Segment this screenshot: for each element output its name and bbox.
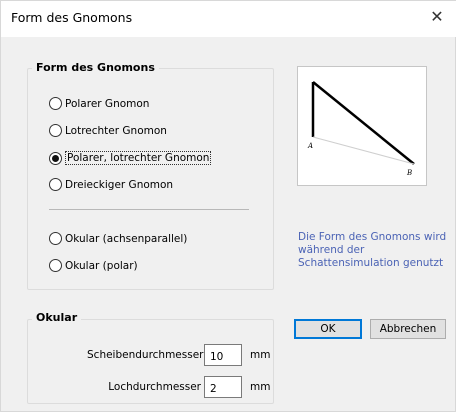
radio-eyepiece-polar[interactable]: Okular (polar): [49, 259, 138, 272]
radio-circle[interactable]: [49, 178, 62, 191]
gnomon-diagonal-line: [312, 81, 415, 165]
radio-label: Lotrechter Gnomon: [65, 124, 167, 137]
radio-label: Polarer Gnomon: [65, 97, 150, 110]
radio-polar-gnomon[interactable]: Polarer Gnomon: [49, 97, 149, 110]
radio-eyepiece-axis-parallel[interactable]: Okular (achsenparallel): [49, 232, 187, 245]
disc-diameter-unit: mm: [250, 349, 271, 361]
info-text: Die Form des Gnomons wird während der Sc…: [298, 231, 447, 269]
disc-diameter-input[interactable]: [204, 344, 242, 366]
gnomon-shape-legend: Form des Gnomons: [32, 61, 159, 74]
radio-circle[interactable]: [49, 124, 62, 137]
radio-vertical-gnomon[interactable]: Lotrechter Gnomon: [49, 124, 167, 137]
cancel-button[interactable]: Abbrechen: [370, 319, 446, 339]
group-divider: [49, 209, 249, 210]
hole-diameter-label: Lochdurchmesser: [108, 381, 201, 393]
radio-circle[interactable]: [49, 97, 62, 110]
point-b-label: B: [406, 169, 412, 177]
radio-triangular-gnomon[interactable]: Dreieckiger Gnomon: [49, 178, 173, 191]
hole-diameter-unit: mm: [250, 381, 271, 393]
point-a-label: A: [307, 142, 313, 150]
title-bar: Form des Gnomons ✕: [1, 1, 456, 37]
eyepiece-legend: Okular: [32, 311, 82, 324]
gnomon-preview: A B: [297, 66, 427, 186]
radio-label: Okular (polar): [65, 259, 138, 272]
ok-button[interactable]: OK: [294, 319, 362, 339]
radio-label: Dreieckiger Gnomon: [65, 178, 174, 191]
disc-diameter-label: Scheibendurchmesser: [87, 349, 204, 361]
window-title: Form des Gnomons: [11, 10, 133, 25]
hole-diameter-input[interactable]: [204, 376, 242, 398]
radio-circle[interactable]: [49, 259, 62, 272]
gnomon-preview-drawing: A B: [307, 81, 415, 177]
gnomon-shape-dialog: Form des Gnomons ✕ Form des Gnomons Pola…: [0, 0, 456, 412]
radio-circle-selected[interactable]: [49, 151, 62, 165]
radio-label: Okular (achsenparallel): [65, 232, 188, 245]
radio-polar-vertical-gnomon[interactable]: Polarer, lotrechter Gnomon: [49, 151, 212, 165]
radio-circle[interactable]: [49, 232, 62, 245]
radio-label: Polarer, lotrechter Gnomon: [65, 151, 212, 165]
close-icon[interactable]: ✕: [427, 7, 447, 27]
